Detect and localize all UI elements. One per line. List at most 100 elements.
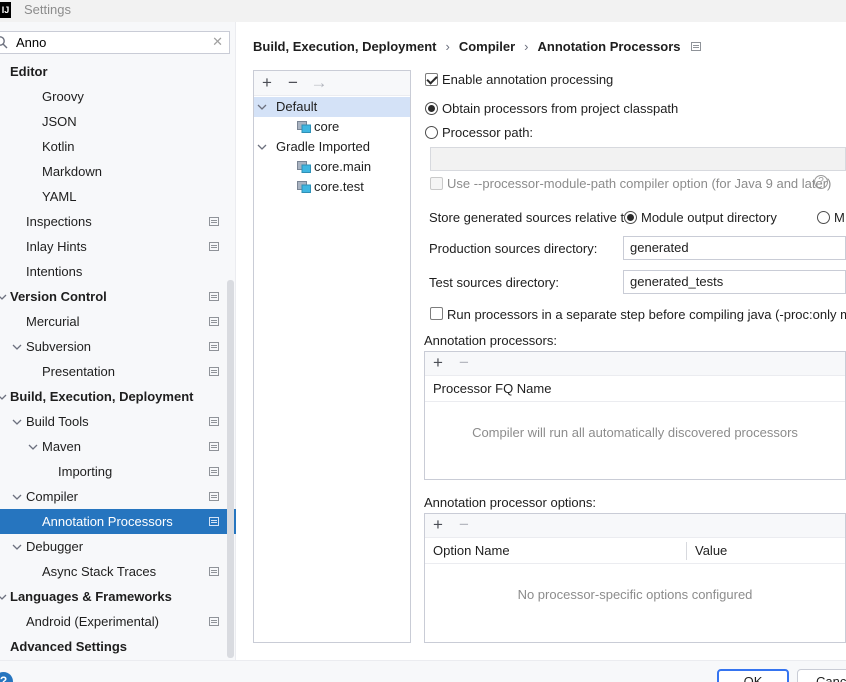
move-profile-button[interactable]: → [310, 73, 328, 93]
settings-search-field[interactable]: Anno ✕ [0, 31, 230, 54]
sidebar-item-languages-frameworks[interactable]: Languages & Frameworks [0, 584, 236, 609]
remove-option-button[interactable]: − [455, 515, 473, 535]
profile-module-core[interactable]: core [254, 117, 410, 137]
clear-search-icon[interactable]: ✕ [212, 34, 223, 50]
test-dir-field[interactable]: generated_tests [623, 270, 846, 294]
column-header-option-name[interactable]: Option Name [425, 538, 510, 563]
sidebar-item-label: Editor [10, 64, 48, 79]
sidebar-item-presentation[interactable]: Presentation [0, 359, 236, 384]
enable-processing-label[interactable]: Enable annotation processing [442, 72, 613, 87]
processor-path-radio[interactable] [425, 126, 438, 139]
sidebar-item-advanced-settings[interactable]: Advanced Settings [0, 634, 236, 659]
production-dir-field[interactable]: generated [623, 236, 846, 260]
profile-module-core-test[interactable]: core.test [254, 177, 410, 197]
obtain-classpath-radio[interactable] [425, 102, 438, 115]
store-relative-label: Store generated sources relative to: [429, 210, 635, 225]
remove-profile-button[interactable]: − [284, 73, 302, 93]
sidebar-item-build-execution-deployment[interactable]: Build, Execution, Deployment [0, 384, 236, 409]
sidebar-item-label: Mercurial [26, 314, 80, 329]
production-dir-label: Production sources directory: [429, 241, 598, 256]
sidebar-item-version-control[interactable]: Version Control [0, 284, 236, 309]
project-level-icon [209, 442, 219, 451]
remove-processor-button[interactable]: − [455, 353, 473, 373]
help-button[interactable]: ? [0, 672, 13, 682]
search-input[interactable]: Anno [16, 35, 46, 50]
ok-button[interactable]: OK [717, 669, 789, 682]
sidebar-item-yaml[interactable]: YAML [0, 184, 236, 209]
module-path-label: Use --processor-module-path compiler opt… [447, 176, 832, 191]
sidebar-item-label: Languages & Frameworks [10, 589, 172, 604]
sidebar-scrollbar[interactable] [227, 280, 234, 658]
sidebar-item-mercurial[interactable]: Mercurial [0, 309, 236, 334]
project-level-icon [209, 567, 219, 576]
cancel-button[interactable]: Cancel [797, 669, 846, 682]
profile-default[interactable]: Default [254, 97, 410, 117]
sidebar-item-groovy[interactable]: Groovy [0, 84, 236, 109]
module-output-label[interactable]: Module output directory [641, 210, 777, 225]
separate-step-label[interactable]: Run processors in a separate step before… [447, 307, 846, 322]
sidebar-item-annotation-processors[interactable]: Annotation Processors [0, 509, 236, 534]
sidebar-item-compiler[interactable]: Compiler [0, 484, 236, 509]
chevron-down-icon[interactable] [12, 492, 22, 502]
project-level-icon [209, 467, 219, 476]
sidebar-item-label: Build, Execution, Deployment [10, 389, 194, 404]
sidebar-item-subversion[interactable]: Subversion [0, 334, 236, 359]
chevron-down-icon[interactable] [0, 592, 7, 602]
sidebar-item-inlay-hints[interactable]: Inlay Hints [0, 234, 236, 259]
sidebar-item-label: Groovy [42, 89, 84, 104]
chevron-down-icon[interactable] [12, 417, 22, 427]
module-path-checkbox[interactable] [430, 177, 443, 190]
chevron-down-icon[interactable] [12, 342, 22, 352]
enable-processing-checkbox[interactable] [425, 73, 438, 86]
sidebar-item-label: Android (Experimental) [26, 614, 159, 629]
sidebar-item-importing[interactable]: Importing [0, 459, 236, 484]
sidebar-item-editor[interactable]: Editor [0, 59, 236, 84]
breadcrumb-item[interactable]: Compiler [459, 39, 515, 54]
processors-table-header: Processor FQ Name [425, 376, 845, 402]
profile-module-core-main[interactable]: core.main [254, 157, 410, 177]
chevron-down-icon[interactable] [28, 442, 38, 452]
chevron-down-icon[interactable] [0, 292, 7, 302]
add-option-button[interactable]: + [429, 515, 447, 535]
sidebar-item-inspections[interactable]: Inspections [0, 209, 236, 234]
sidebar-item-label: Async Stack Traces [42, 564, 157, 579]
project-level-icon [209, 492, 219, 501]
chevron-down-icon[interactable] [257, 142, 267, 152]
add-processor-button[interactable]: + [429, 353, 447, 373]
chevron-down-icon[interactable] [12, 542, 22, 552]
processors-empty-text: Compiler will run all automatically disc… [472, 425, 798, 440]
breadcrumb-item[interactable]: Build, Execution, Deployment [253, 39, 436, 54]
dialog-footer: ? OK Cancel [0, 660, 846, 682]
profiles-toolbar: + − → [254, 71, 410, 96]
processor-path-label[interactable]: Processor path: [442, 125, 533, 140]
settings-sidebar: Anno ✕ Editor Groovy JSON Kotlin Markdow… [0, 22, 236, 660]
breadcrumb-separator: › [524, 39, 529, 55]
search-icon [0, 36, 8, 49]
sidebar-item-build-tools[interactable]: Build Tools [0, 409, 236, 434]
column-header-value[interactable]: Value [687, 538, 727, 563]
help-icon[interactable]: ? [814, 175, 828, 189]
sidebar-item-debugger[interactable]: Debugger [0, 534, 236, 559]
column-header-processor-fq-name[interactable]: Processor FQ Name [425, 376, 551, 401]
sidebar-item-maven[interactable]: Maven [0, 434, 236, 459]
module-content-root-label[interactable]: M [834, 210, 845, 225]
chevron-down-icon[interactable] [0, 392, 7, 402]
sidebar-item-json[interactable]: JSON [0, 109, 236, 134]
sidebar-item-android-experimental[interactable]: Android (Experimental) [0, 609, 236, 634]
sidebar-item-intentions[interactable]: Intentions [0, 259, 236, 284]
sidebar-item-kotlin[interactable]: Kotlin [0, 134, 236, 159]
profile-gradle-imported[interactable]: Gradle Imported [254, 137, 410, 157]
module-output-radio[interactable] [624, 211, 637, 224]
sidebar-item-markdown[interactable]: Markdown [0, 159, 236, 184]
sidebar-item-async-stack-traces[interactable]: Async Stack Traces [0, 559, 236, 584]
separate-step-checkbox[interactable] [430, 307, 443, 320]
processor-path-field[interactable] [430, 147, 846, 171]
chevron-down-icon[interactable] [257, 102, 267, 112]
options-table-header: Option Name Value [425, 538, 845, 564]
options-table-title: Annotation processor options: [424, 495, 596, 510]
module-content-root-radio[interactable] [817, 211, 830, 224]
processors-table-title: Annotation processors: [424, 333, 557, 348]
obtain-classpath-label[interactable]: Obtain processors from project classpath [442, 101, 678, 116]
add-profile-button[interactable]: + [258, 73, 276, 93]
sidebar-item-label: Inspections [26, 214, 92, 229]
